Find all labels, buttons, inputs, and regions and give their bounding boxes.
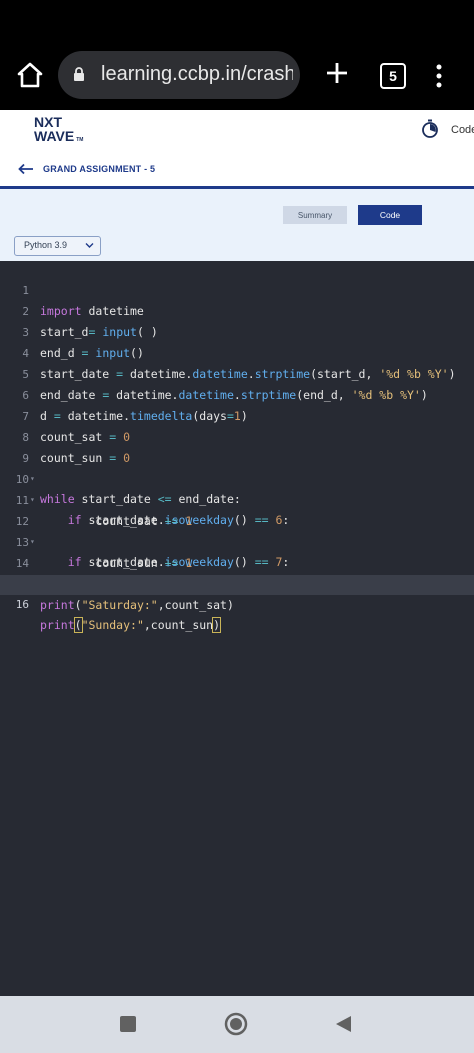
code-text[interactable]: print("Saturday:",count_sat) [40,595,234,615]
code-line[interactable]: 6 d = datetime.timedelta(days=1) [0,366,474,423]
line-number: 16 [15,598,29,611]
back-arrow-icon[interactable] [18,163,34,175]
code-line[interactable]: 10 ▾ if start_date.isoweekday() == 6: [0,450,474,527]
chevron-down-icon [85,243,94,248]
logo-line2: WAVE [34,128,75,144]
logo-line2-wrap: WAVE TM [34,129,83,147]
system-nav-bar [0,996,474,1053]
code-line[interactable]: 7 count_sat = 0 [0,387,474,444]
code-button[interactable]: Code [358,205,422,225]
code-line[interactable]: 12 ▾ if start_date.isoweekday() == 7: [0,492,474,569]
code-line[interactable]: 15 print("Saturday:",count_sat) [0,555,474,612]
home-icon[interactable] [15,60,45,90]
code-line[interactable]: 13 count_sun += 1 [0,513,474,570]
recents-icon[interactable] [120,1016,136,1032]
summary-button[interactable]: Summary [283,206,347,224]
new-tab-icon[interactable] [324,60,350,86]
url-text[interactable]: learning.ccbp.in/crash [101,63,293,86]
url-bar[interactable]: learning.ccbp.in/crash [58,51,300,99]
code-line[interactable]: 8 count_sun = 0 [0,408,474,465]
tab-switcher-button[interactable]: 5 [380,63,406,89]
code-line[interactable]: 14 start_date += d [0,534,474,591]
browser-bar: learning.ccbp.in/crash 5 [0,0,474,110]
code-line[interactable]: 9 ▾ while start_date <= end_date: [0,429,474,506]
home-circle-icon[interactable] [224,1012,248,1036]
code-line[interactable]: 11 count_sat += 1 [0,471,474,528]
logo-tm: TM [76,137,84,143]
code-line-active[interactable]: 16 print("Sunday:",count_sun) [0,575,474,633]
timer-icon[interactable] [421,119,439,139]
more-menu-icon[interactable] [434,64,444,88]
code-line[interactable]: 5 end_date = datetime.datetime.strptime(… [0,345,474,402]
code-line[interactable]: 1 import datetime [0,261,474,318]
code-line[interactable]: 2 start_d= input( ) [0,282,474,339]
code-line[interactable]: 3 end_d = input() [0,303,474,360]
editor-toolbar: Summary Code Python 3.9 [0,189,474,261]
breadcrumb: GRAND ASSIGNMENT - 5 [0,152,474,189]
code-editor[interactable]: 1 import datetime 2 start_d= input( ) 3 … [0,261,474,996]
nxtwave-logo[interactable]: NXT WAVE TM [34,115,83,147]
logo-line1: NXT [34,114,62,130]
back-triangle-icon[interactable] [333,1014,353,1034]
page-title: GRAND ASSIGNMENT - 5 [43,164,156,174]
header-code-label[interactable]: Code [451,124,474,136]
lock-icon [74,67,84,81]
code-text[interactable]: print("Sunday:",count_sun) [40,615,222,635]
language-value: Python 3.9 [24,240,68,250]
code-line[interactable]: 4 start_date = datetime.datetime.strptim… [0,324,474,381]
site-header: NXT WAVETM Code [0,110,474,153]
language-select[interactable]: Python 3.9 [14,236,101,256]
